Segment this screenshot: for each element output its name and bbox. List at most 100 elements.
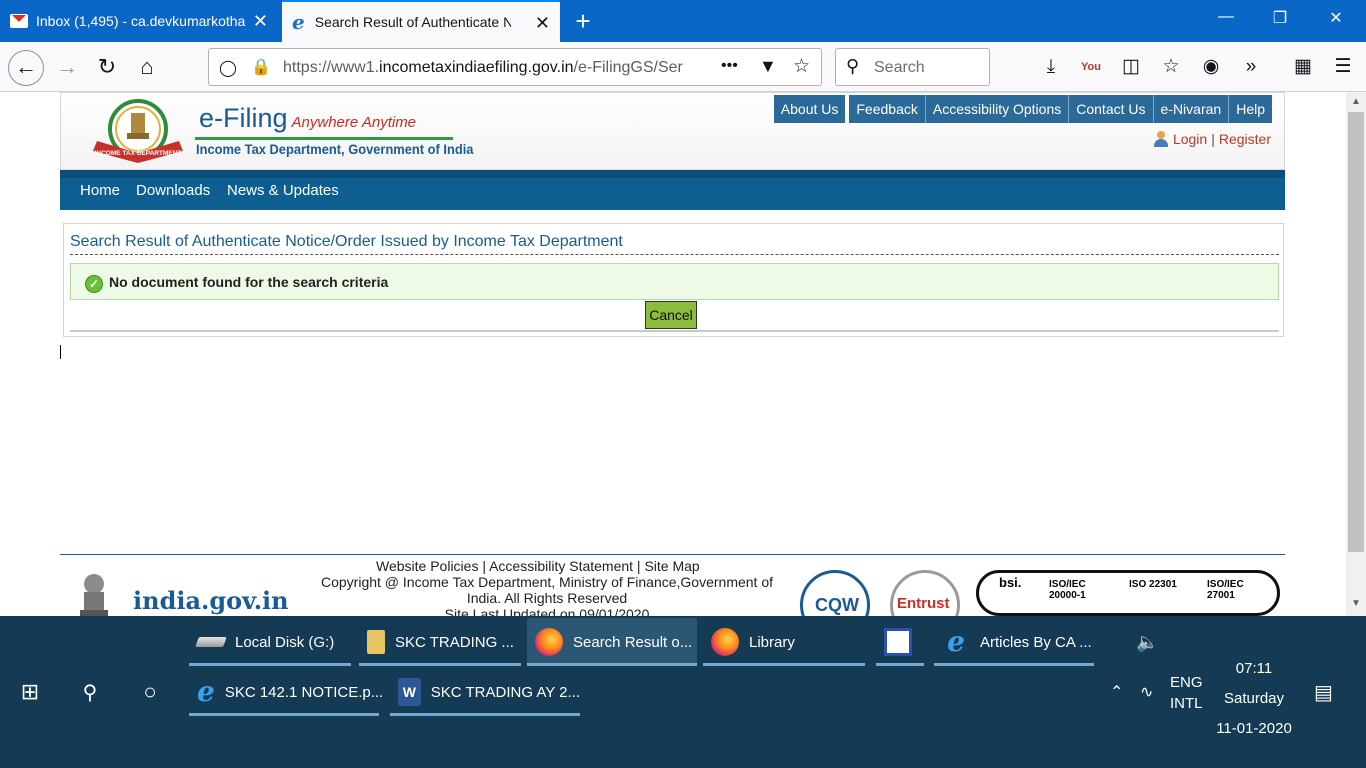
- clock[interactable]: 07:11 Saturday 11-01-2020: [1212, 654, 1296, 744]
- menu-icon[interactable]: ☰: [1330, 54, 1356, 80]
- page-scrollbar[interactable]: ▲ ▼: [1346, 92, 1366, 616]
- taskbar-edge-articles[interactable]: e Articles By CA ...: [934, 618, 1094, 666]
- forward-button[interactable]: →: [52, 52, 82, 82]
- taskbar-skc-trading-folder[interactable]: SKC TRADING ...: [359, 618, 521, 666]
- bookmark-star-icon[interactable]: ☆: [793, 55, 810, 78]
- cancel-button[interactable]: Cancel: [645, 301, 697, 329]
- volume-icon[interactable]: 🔈: [1136, 632, 1158, 653]
- pocket-icon[interactable]: ▼: [759, 56, 777, 77]
- extensions-puzzle-icon[interactable]: ▦: [1290, 54, 1316, 80]
- close-window-button[interactable]: ✕: [1316, 8, 1356, 28]
- home-button[interactable]: ⌂: [132, 52, 162, 82]
- taskbar-scanner-app[interactable]: [876, 618, 924, 666]
- youtube-icon[interactable]: You: [1078, 54, 1104, 80]
- overflow-chevron-icon[interactable]: »: [1238, 54, 1264, 80]
- accessibility-options-link[interactable]: Accessibility Options: [924, 95, 1069, 123]
- browser-toolbar: ← → ↻ ⌂ ◯ 🔒 https://www1.incometaxindiae…: [0, 42, 1366, 92]
- result-title: Search Result of Authenticate Notice/Ord…: [70, 233, 623, 250]
- downloads-icon[interactable]: ⤓: [1038, 54, 1064, 80]
- footer-links[interactable]: Website Policies | Accessibility Stateme…: [376, 558, 700, 574]
- url-path: /e-FilingGS/Services/...: [573, 59, 683, 76]
- footer-divider: [60, 554, 1285, 555]
- income-tax-emblem-icon: INCOME TAX DEPARTMENT: [93, 99, 183, 163]
- brand-title: e-Filing Anywhere Anytime: [199, 103, 416, 134]
- about-us-link[interactable]: About Us: [773, 95, 846, 123]
- brand-tagline: Anywhere Anytime: [291, 114, 417, 131]
- tab-gmail-inbox[interactable]: Inbox (1,495) - ca.devkumarkothari ✕: [0, 0, 278, 42]
- iso-27001-text: ISO/IEC 27001: [1207, 579, 1244, 601]
- copyright-text: Copyright @ Income Tax Department, Minis…: [320, 574, 774, 606]
- firefox-icon: [535, 628, 563, 656]
- taskbar-word-document[interactable]: W SKC TRADING AY 2...: [390, 668, 580, 716]
- page-actions-icon[interactable]: •••: [721, 57, 738, 75]
- search-box[interactable]: ⚲ Search: [835, 48, 990, 86]
- nav-downloads[interactable]: Downloads: [136, 182, 210, 199]
- login-link[interactable]: Login: [1173, 131, 1207, 147]
- top-links: About Us Feedback Accessibility Options …: [773, 95, 1272, 123]
- input-language[interactable]: ENG INTL: [1170, 672, 1203, 714]
- text-caret: [60, 345, 61, 359]
- cortana-ring-icon: ○: [143, 679, 157, 704]
- cortana-button[interactable]: ○: [126, 668, 174, 716]
- address-bar[interactable]: ◯ 🔒 https://www1.incometaxindiaefiling.g…: [208, 48, 822, 86]
- taskbar-firefox-search-result[interactable]: Search Result o...: [527, 618, 697, 666]
- back-button[interactable]: ←: [8, 50, 44, 86]
- contact-us-link[interactable]: Contact Us: [1068, 95, 1153, 123]
- web-page: INCOME TAX DEPARTMENT e-Filing Anywhere A…: [0, 92, 1346, 616]
- tab-search-result[interactable]: e Search Result of Authenticate Notice ✕: [282, 0, 560, 42]
- india-gov-logo[interactable]: india.gov.in: [133, 586, 289, 615]
- new-tab-button[interactable]: +: [568, 6, 598, 36]
- edge-icon: e: [197, 675, 215, 708]
- notifications-icon[interactable]: ▤: [1314, 680, 1333, 705]
- taskbar-firefox-library[interactable]: Library: [703, 618, 865, 666]
- panel-divider: [70, 330, 1279, 332]
- cqw-text: CQW: [815, 595, 859, 615]
- register-link[interactable]: Register: [1219, 131, 1271, 147]
- taskbar-label: Local Disk (G:): [235, 633, 335, 651]
- sidebar-icon[interactable]: ◫: [1118, 54, 1144, 80]
- entrust-text: Entrust: [897, 595, 950, 612]
- login-register: Login | Register: [1153, 131, 1271, 147]
- nav-home[interactable]: Home: [80, 182, 120, 199]
- close-tab-icon[interactable]: ✕: [253, 12, 268, 30]
- show-hidden-icons-chevron-icon[interactable]: ⌃: [1110, 682, 1123, 702]
- close-tab-icon[interactable]: ✕: [535, 14, 550, 32]
- lang-line-1: ENG: [1170, 674, 1203, 691]
- taskbar-edge-notice-pdf[interactable]: e SKC 142.1 NOTICE.p...: [189, 668, 383, 716]
- lock-icon[interactable]: 🔒: [251, 57, 271, 77]
- taskbar-label: Articles By CA ...: [980, 633, 1092, 651]
- scroll-down-icon[interactable]: ▼: [1346, 598, 1366, 609]
- check-icon: ✓: [85, 275, 103, 293]
- url-scheme: https://www1.: [283, 59, 380, 76]
- restore-button[interactable]: ❐: [1260, 8, 1300, 28]
- scroll-thumb[interactable]: [1348, 112, 1364, 552]
- help-link[interactable]: Help: [1228, 95, 1272, 123]
- extension-icon[interactable]: ◉: [1198, 54, 1224, 80]
- start-button[interactable]: ⊞: [6, 668, 54, 716]
- bsi-text: bsi.: [999, 575, 1022, 590]
- main-navigation: Home Downloads News & Updates: [60, 170, 1285, 210]
- scroll-up-icon[interactable]: ▲: [1346, 96, 1366, 107]
- library-icon[interactable]: ☆: [1158, 54, 1184, 80]
- minimize-button[interactable]: —: [1206, 8, 1246, 26]
- entrust-badge-icon: Entrust: [890, 570, 960, 616]
- search-taskbar-button[interactable]: ⚲: [66, 668, 114, 716]
- nav-news-updates[interactable]: News & Updates: [227, 182, 339, 199]
- url-text: https://www1.incometaxindiaefiling.gov.i…: [283, 59, 683, 77]
- search-icon: ⚲: [82, 681, 98, 704]
- tab-label: Inbox (1,495) - ca.devkumarkothari: [36, 13, 246, 29]
- title-divider: [70, 254, 1279, 255]
- iso-certification-icon: bsi. ISO/IEC 20000-1 ISO 22301 ISO/IEC 2…: [976, 570, 1280, 616]
- feedback-link[interactable]: Feedback: [849, 95, 925, 123]
- search-placeholder: Search: [874, 59, 925, 76]
- e-nivaran-link[interactable]: e-Nivaran: [1152, 95, 1229, 123]
- taskbar-local-disk[interactable]: Local Disk (G:): [189, 618, 351, 666]
- shield-icon[interactable]: ◯: [219, 58, 237, 78]
- network-icon[interactable]: ∿: [1140, 682, 1153, 702]
- firefox-icon: [711, 628, 739, 656]
- reload-button[interactable]: ↻: [92, 52, 122, 82]
- result-message-box: ✓ No document found for the search crite…: [70, 263, 1279, 300]
- ie-icon: e: [292, 10, 305, 34]
- user-icon: [1153, 131, 1169, 147]
- gmail-icon: [10, 14, 28, 28]
